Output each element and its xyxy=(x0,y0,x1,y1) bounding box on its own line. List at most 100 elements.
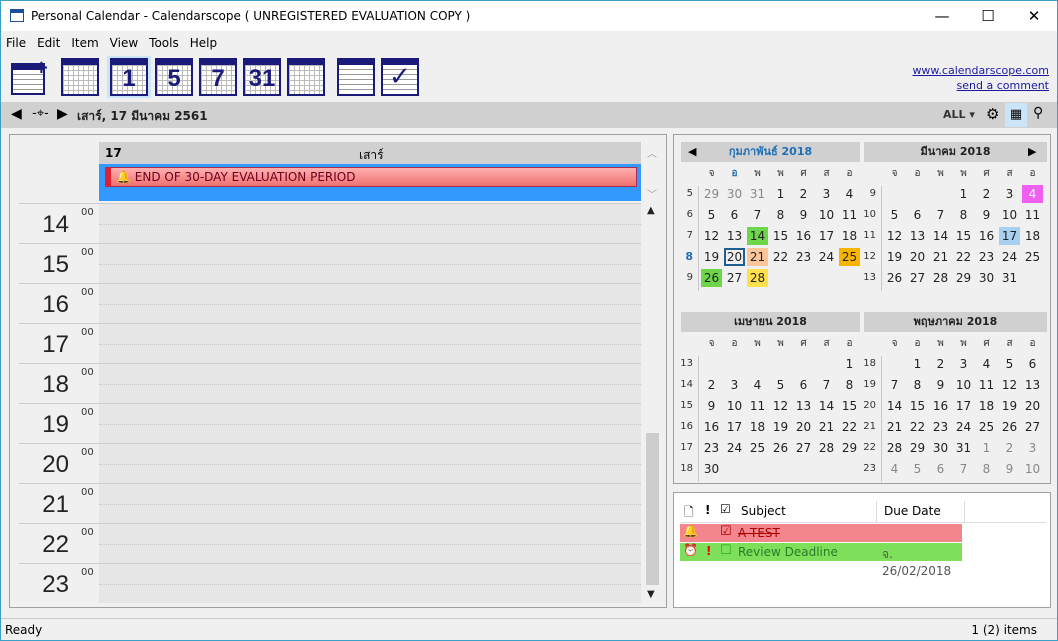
scroll-down-arrow[interactable]: ▼ xyxy=(647,589,655,600)
hour-row[interactable]: 17 00 xyxy=(19,323,641,363)
calendar-day[interactable]: 1 xyxy=(839,355,860,373)
calendar-day[interactable]: 7 xyxy=(930,206,951,224)
calendar-day[interactable]: 29 xyxy=(953,269,974,287)
next-month-icon[interactable]: ▶ xyxy=(1028,145,1036,158)
calendar-day[interactable]: 11 xyxy=(1022,206,1043,224)
calendar-day[interactable]: 5 xyxy=(999,355,1020,373)
calendar-day[interactable]: 2 xyxy=(793,185,814,203)
website-link[interactable]: www.calendarscope.com xyxy=(912,63,1049,78)
send-comment-link[interactable]: send a comment xyxy=(912,78,1049,93)
calendar-day[interactable]: 13 xyxy=(907,227,928,245)
calendar-day[interactable]: 1 xyxy=(907,355,928,373)
calendar-day[interactable]: 25 xyxy=(839,248,860,266)
calendar-day[interactable]: 17 xyxy=(953,397,974,415)
all-day-event[interactable]: 🔔 END OF 30-DAY EVALUATION PERIOD xyxy=(105,167,637,187)
calendar-icon[interactable]: ▦ xyxy=(1005,103,1027,127)
calendar-day[interactable]: 31 xyxy=(953,439,974,457)
calendar-day[interactable]: 19 xyxy=(884,248,905,266)
calendar-day[interactable]: 9 xyxy=(999,460,1020,478)
calendar-day[interactable]: 8 xyxy=(976,460,997,478)
calendar-day[interactable]: 4 xyxy=(1022,185,1043,203)
calendar-day[interactable]: 12 xyxy=(770,397,791,415)
task-row[interactable]: 🔔 ☑ A TEST xyxy=(680,524,962,542)
calendar-day[interactable]: 5 xyxy=(701,206,722,224)
menu-file[interactable]: File xyxy=(1,33,32,50)
task-complete-checkbox[interactable]: ☐ xyxy=(720,543,732,558)
calendar-day[interactable]: 21 xyxy=(930,248,951,266)
calendar-day[interactable]: 20 xyxy=(793,418,814,436)
calendar-day[interactable]: 8 xyxy=(839,376,860,394)
calendar-day[interactable]: 9 xyxy=(793,206,814,224)
month-header[interactable]: พฤษภาคม 2018 xyxy=(864,312,1047,332)
calendar-day[interactable]: 22 xyxy=(907,418,928,436)
previous-month-icon[interactable]: ◀ xyxy=(688,145,696,158)
calendar-day[interactable]: 4 xyxy=(884,460,905,478)
maximize-button[interactable]: ☐ xyxy=(965,1,1011,31)
calendar-day[interactable]: 3 xyxy=(816,185,837,203)
month-view-button[interactable]: 31 xyxy=(243,58,281,96)
list-view-button[interactable] xyxy=(337,58,375,96)
calendar-day[interactable]: 22 xyxy=(770,248,791,266)
calendar-day[interactable]: 28 xyxy=(747,269,768,287)
calendar-day[interactable]: 26 xyxy=(999,418,1020,436)
menu-tools[interactable]: Tools xyxy=(144,33,185,50)
calendar-day[interactable]: 7 xyxy=(953,460,974,478)
calendar-day[interactable]: 17 xyxy=(999,227,1020,245)
week-view-button[interactable]: 7 xyxy=(199,58,237,96)
calendar-day[interactable]: 31 xyxy=(999,269,1020,287)
calendar-day[interactable]: 8 xyxy=(953,206,974,224)
calendar-day[interactable]: 27 xyxy=(907,269,928,287)
calendar-day[interactable]: 17 xyxy=(724,418,745,436)
next-icon[interactable]: ▶ xyxy=(57,106,68,122)
menu-view[interactable]: View xyxy=(105,33,144,50)
close-button[interactable]: ✕ xyxy=(1011,1,1057,31)
calendar-day[interactable]: 14 xyxy=(747,227,768,245)
calendar-day[interactable]: 4 xyxy=(839,185,860,203)
calendar-day[interactable]: 25 xyxy=(1022,248,1043,266)
time-slot[interactable] xyxy=(99,323,641,363)
calendar-day[interactable]: 26 xyxy=(701,269,722,287)
calendar-day[interactable]: 16 xyxy=(701,418,722,436)
calendar-day[interactable]: 16 xyxy=(976,227,997,245)
calendar-day[interactable]: 28 xyxy=(884,439,905,457)
calendar-day[interactable]: 9 xyxy=(976,206,997,224)
time-slot[interactable] xyxy=(99,363,641,403)
calendar-day[interactable]: 4 xyxy=(747,376,768,394)
calendar-day[interactable]: 27 xyxy=(724,269,745,287)
calendar-day[interactable]: 14 xyxy=(816,397,837,415)
calendar-day[interactable]: 6 xyxy=(793,376,814,394)
calendar-day[interactable]: 9 xyxy=(930,376,951,394)
calendar-day[interactable]: 1 xyxy=(976,439,997,457)
calendar-day[interactable]: 11 xyxy=(839,206,860,224)
hour-row[interactable]: 22 00 xyxy=(19,523,641,563)
month-header[interactable]: เมษายน 2018 xyxy=(681,312,860,332)
calendar-day[interactable]: 5 xyxy=(907,460,928,478)
binoculars-icon[interactable]: ⚲ xyxy=(1033,105,1043,121)
calendar-day[interactable]: 12 xyxy=(884,227,905,245)
calendar-day[interactable]: 5 xyxy=(770,376,791,394)
hour-row[interactable]: 21 00 xyxy=(19,483,641,523)
calendar-day[interactable]: 1 xyxy=(770,185,791,203)
calendar-day[interactable]: 30 xyxy=(724,185,745,203)
calendar-day[interactable]: 2 xyxy=(999,439,1020,457)
calendar-day[interactable]: 11 xyxy=(747,397,768,415)
calendar-day[interactable]: 17 xyxy=(816,227,837,245)
calendar-day[interactable]: 27 xyxy=(1022,418,1043,436)
new-event-button[interactable]: + xyxy=(11,57,49,95)
hour-row[interactable]: 19 00 xyxy=(19,403,641,443)
calendar-day[interactable]: 10 xyxy=(999,206,1020,224)
go-to-date-button[interactable] xyxy=(61,58,99,96)
hour-row[interactable]: 23 00 xyxy=(19,563,641,603)
time-slot[interactable] xyxy=(99,203,641,243)
calendar-day[interactable]: 3 xyxy=(999,185,1020,203)
hour-row[interactable]: 14 00 xyxy=(19,203,641,243)
calendar-day[interactable]: 6 xyxy=(724,206,745,224)
time-slot[interactable] xyxy=(99,483,641,523)
calendar-day[interactable]: 18 xyxy=(1022,227,1043,245)
menu-edit[interactable]: Edit xyxy=(32,33,66,50)
calendar-day[interactable]: 5 xyxy=(884,206,905,224)
calendar-day[interactable]: 20 xyxy=(724,248,745,266)
task-complete-checkbox[interactable]: ☑ xyxy=(720,524,732,539)
calendar-day[interactable]: 15 xyxy=(953,227,974,245)
calendar-day[interactable]: 29 xyxy=(839,439,860,457)
